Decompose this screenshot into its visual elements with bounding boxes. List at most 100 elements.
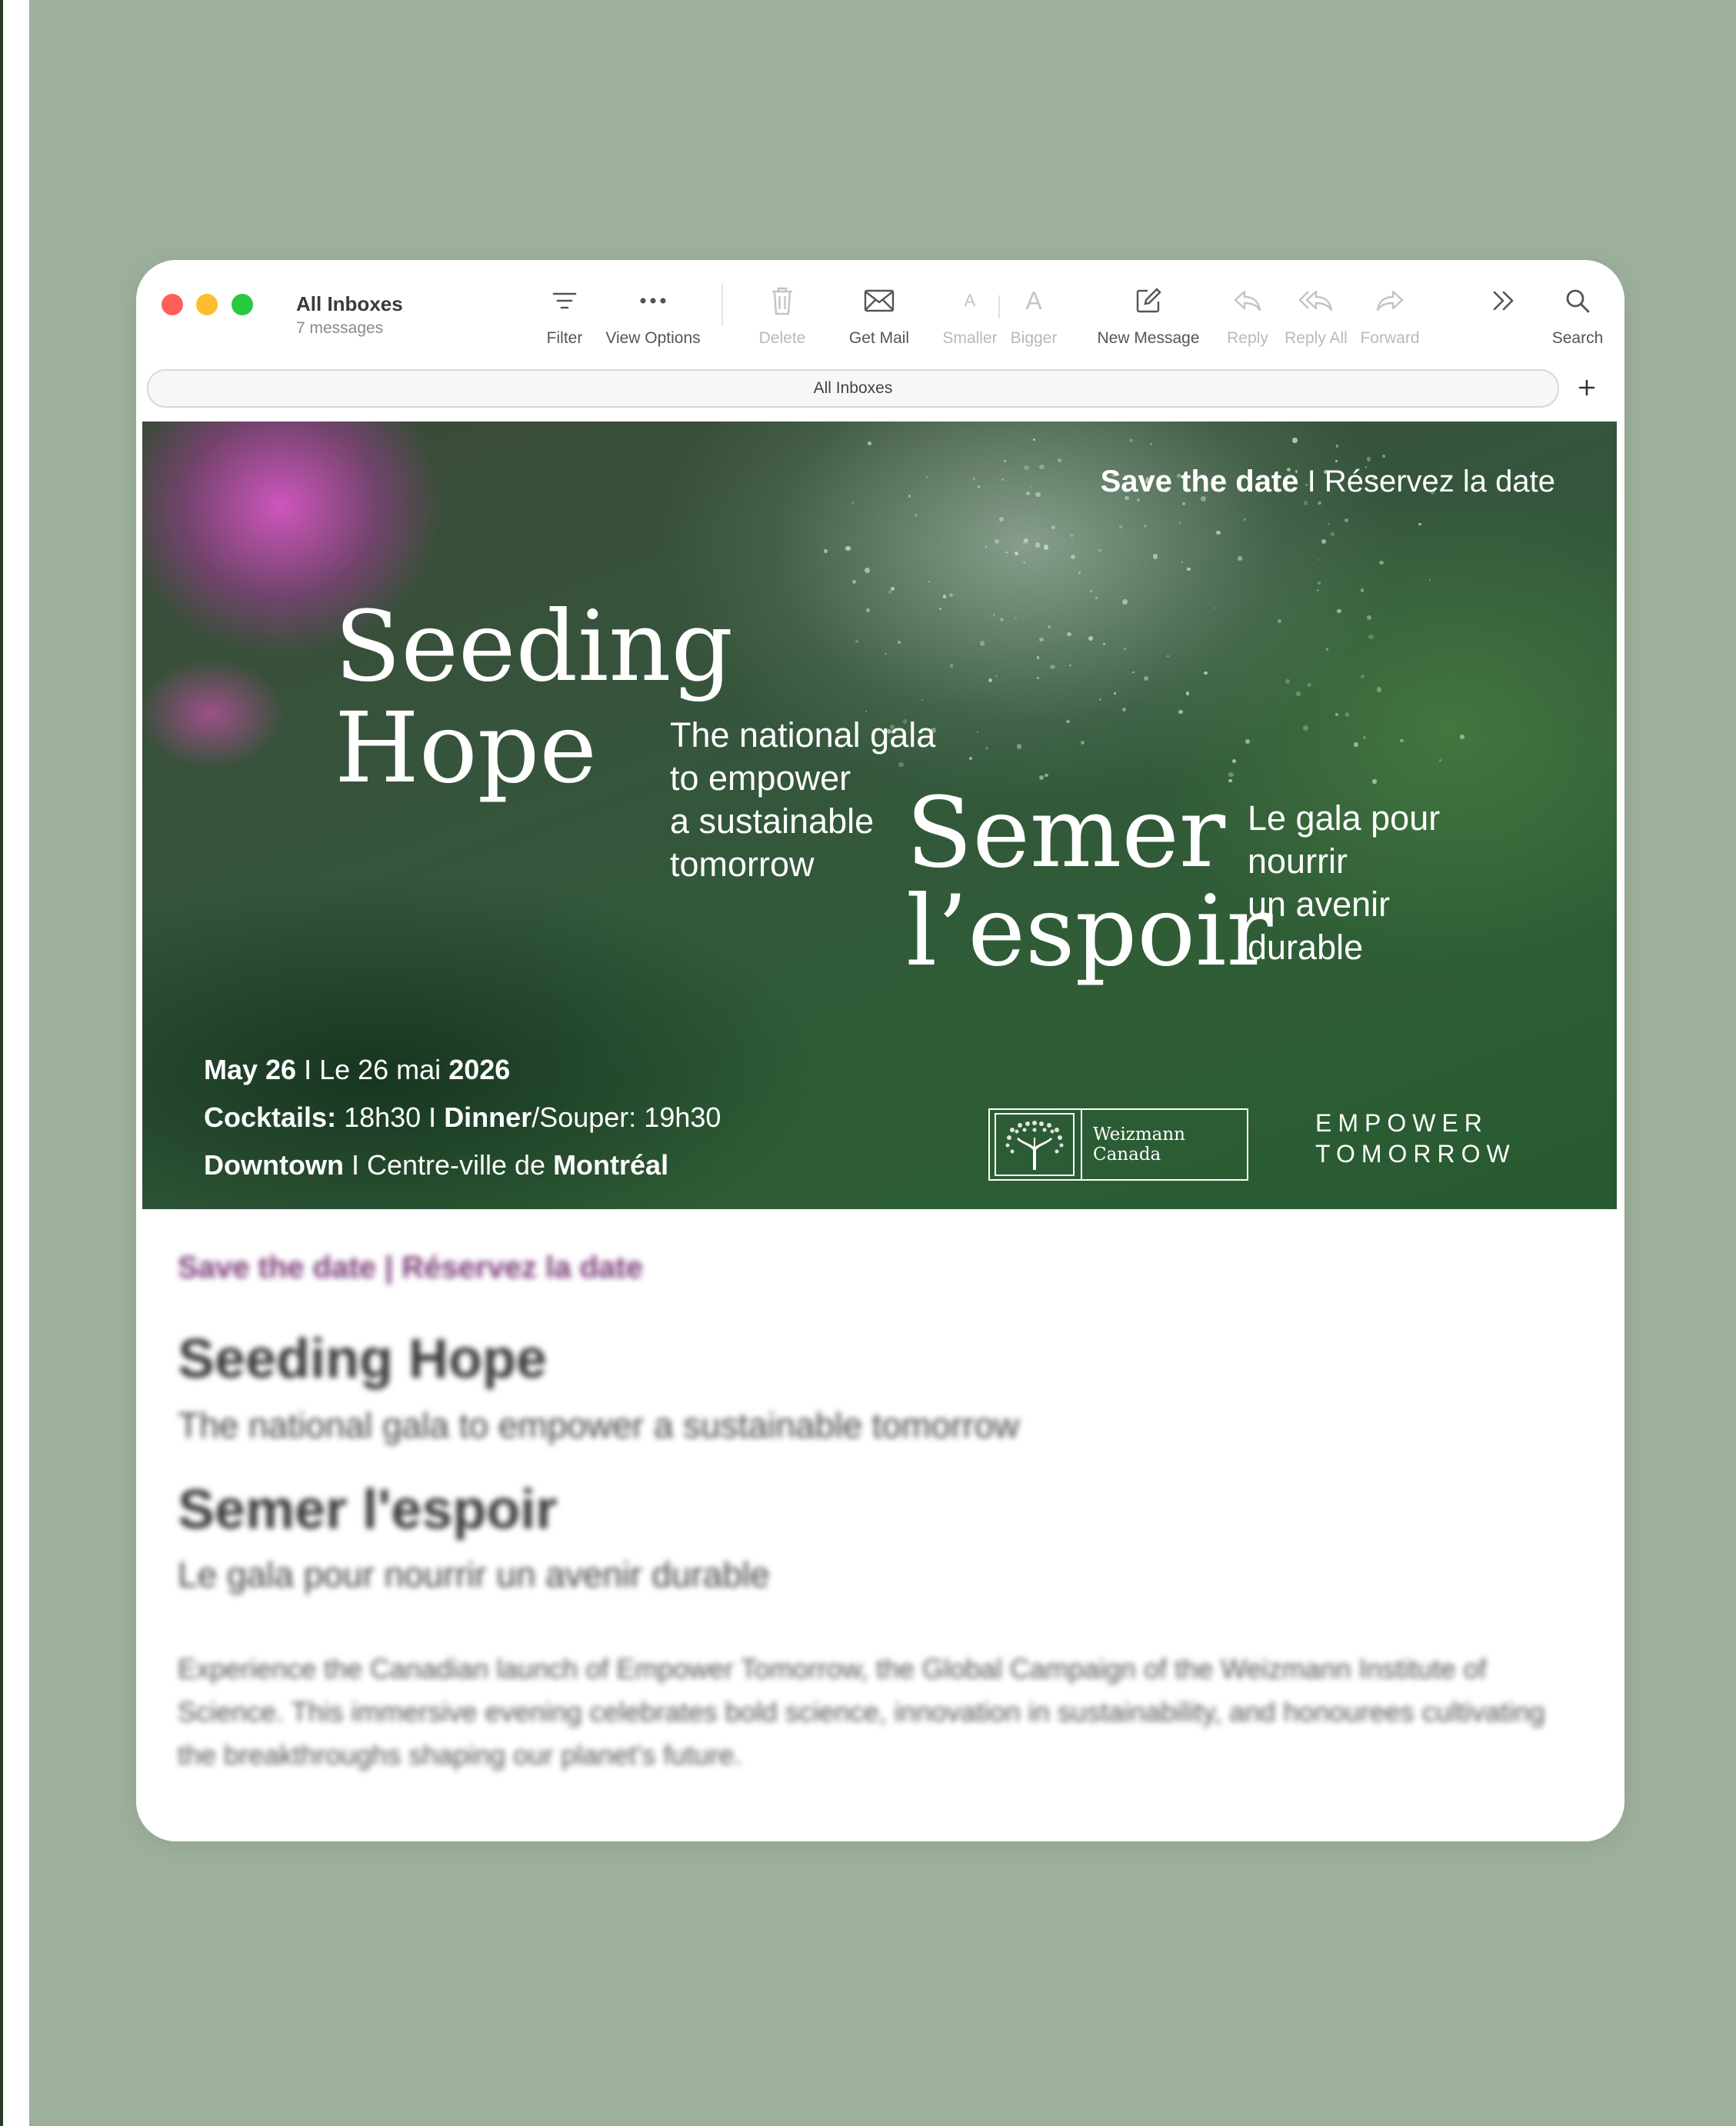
texture-speck (888, 590, 892, 595)
close-window-button[interactable] (162, 294, 183, 315)
body-subtitle-en: The national gala to empower a sustainab… (178, 1405, 1020, 1445)
texture-speck (1128, 438, 1133, 442)
texture-speck (897, 641, 901, 644)
subtitle-fr-line: Le gala pour (1248, 798, 1441, 838)
texture-speck (1335, 445, 1338, 448)
texture-speck (1368, 634, 1374, 640)
texture-speck (1232, 758, 1237, 763)
location-fr: I Centre-ville de (343, 1149, 554, 1181)
texture-speck (1178, 709, 1183, 715)
texture-speck (1001, 478, 1005, 482)
texture-speck (1244, 518, 1247, 521)
title-en-line2: Hope (335, 691, 597, 805)
texture-speck (1354, 742, 1358, 747)
logo-wordmark: Weizmann Canada (1093, 1125, 1185, 1165)
small-a-icon: A (964, 291, 976, 310)
subtitle-fr-line: nourrir (1248, 841, 1348, 881)
email-body: Save the date | Réservez la date Seeding… (136, 1209, 1624, 1841)
texture-speck (1460, 735, 1464, 739)
logo-line2: Canada (1093, 1145, 1161, 1165)
forward-button[interactable]: Forward (1351, 283, 1428, 348)
toolbar-overflow-button[interactable] (1481, 283, 1527, 318)
bigger-label: Bigger (1010, 329, 1058, 347)
new-message-button[interactable]: New Message (1079, 283, 1218, 348)
texture-speck (1366, 457, 1371, 462)
delete-button[interactable]: Delete (744, 283, 821, 348)
double-chevron-right-icon (1481, 283, 1527, 318)
reply-button[interactable]: Reply (1221, 283, 1275, 348)
texture-speck (1050, 664, 1055, 670)
texture-speck (1005, 551, 1008, 554)
texture-speck (1035, 492, 1041, 498)
texture-speck (1372, 779, 1377, 784)
texture-speck (1081, 741, 1085, 745)
body-paragraph: Experience the Canadian launch of Empowe… (178, 1653, 1545, 1771)
view-options-button[interactable]: View Options (591, 283, 715, 348)
logo-line1: Weizmann (1093, 1125, 1185, 1145)
texture-speck (1296, 691, 1301, 696)
search-button[interactable]: Search (1541, 283, 1614, 348)
banner-save-the-date: Save the date I Réservez la date (1101, 465, 1555, 499)
subtitle-fr-line: durable (1248, 928, 1364, 967)
forward-label: Forward (1360, 329, 1420, 347)
texture-speck (1228, 771, 1234, 778)
texture-speck (1036, 656, 1040, 660)
texture-speck (865, 568, 870, 573)
texture-speck (845, 545, 851, 551)
texture-speck (1016, 744, 1022, 749)
texture-speck (1228, 778, 1232, 783)
texture-speck (1178, 522, 1181, 524)
dinner-label: Dinner (444, 1101, 532, 1133)
texture-speck (949, 664, 954, 668)
texture-speck (1098, 548, 1101, 552)
view-options-label: View Options (605, 329, 701, 347)
location-en: Downtown (204, 1149, 344, 1181)
texture-speck (1047, 625, 1051, 629)
texture-speck (1366, 615, 1371, 620)
body-save-the-date: Save the date | Réservez la date (178, 1251, 643, 1285)
texture-speck (1204, 671, 1208, 675)
get-mail-button[interactable]: Get Mail (833, 283, 925, 348)
font-size-divider (998, 295, 1000, 318)
texture-speck (1277, 619, 1281, 624)
subtitle-fr-line: un avenir (1248, 885, 1391, 924)
minimize-window-button[interactable] (196, 294, 218, 315)
texture-speck (928, 580, 930, 582)
bigger-font-button[interactable]: A Bigger (1004, 283, 1064, 348)
title-en-line1: Seeding (335, 590, 734, 703)
texture-speck (1066, 719, 1070, 723)
reply-icon (1221, 283, 1275, 318)
envelope-icon (833, 283, 925, 318)
cocktails-label: Cocktails: (204, 1101, 337, 1133)
zoom-window-button[interactable] (232, 294, 253, 315)
weizmann-canada-logo: Weizmann Canada (988, 1108, 1248, 1181)
texture-speck (1307, 682, 1311, 688)
texture-speck (1022, 561, 1025, 565)
texture-speck (1382, 455, 1385, 458)
texture-speck (1344, 712, 1350, 717)
texture-speck (977, 485, 980, 488)
texture-speck (885, 652, 887, 655)
texture-speck (1245, 739, 1250, 745)
texture-speck (1032, 438, 1035, 441)
texture-speck (1122, 599, 1128, 605)
plus-icon (1578, 379, 1595, 396)
texture-speck (1337, 608, 1341, 614)
empower-tomorrow-logo: EMPOWER TOMORROW (1315, 1108, 1516, 1169)
texture-speck (1029, 486, 1031, 488)
smaller-font-button[interactable]: A Smaller (936, 283, 1004, 348)
new-tab-button[interactable] (1571, 372, 1602, 403)
texture-speck (1438, 758, 1442, 761)
texture-speck (1015, 616, 1018, 620)
texture-speck (972, 477, 975, 480)
texture-speck (1360, 588, 1364, 592)
more-icon (591, 283, 715, 318)
event-date: May 26 I Le 26 mai 2026 (204, 1054, 510, 1086)
texture-speck (1187, 567, 1191, 571)
subtitle-fr: Le gala pour nourrir un avenir durable (1248, 797, 1440, 969)
texture-speck (1095, 597, 1098, 599)
texture-speck (1363, 735, 1367, 739)
texture-speck (1378, 560, 1384, 565)
reply-all-button[interactable]: Reply All (1276, 283, 1356, 348)
tab-all-inboxes[interactable]: All Inboxes (147, 369, 1559, 408)
